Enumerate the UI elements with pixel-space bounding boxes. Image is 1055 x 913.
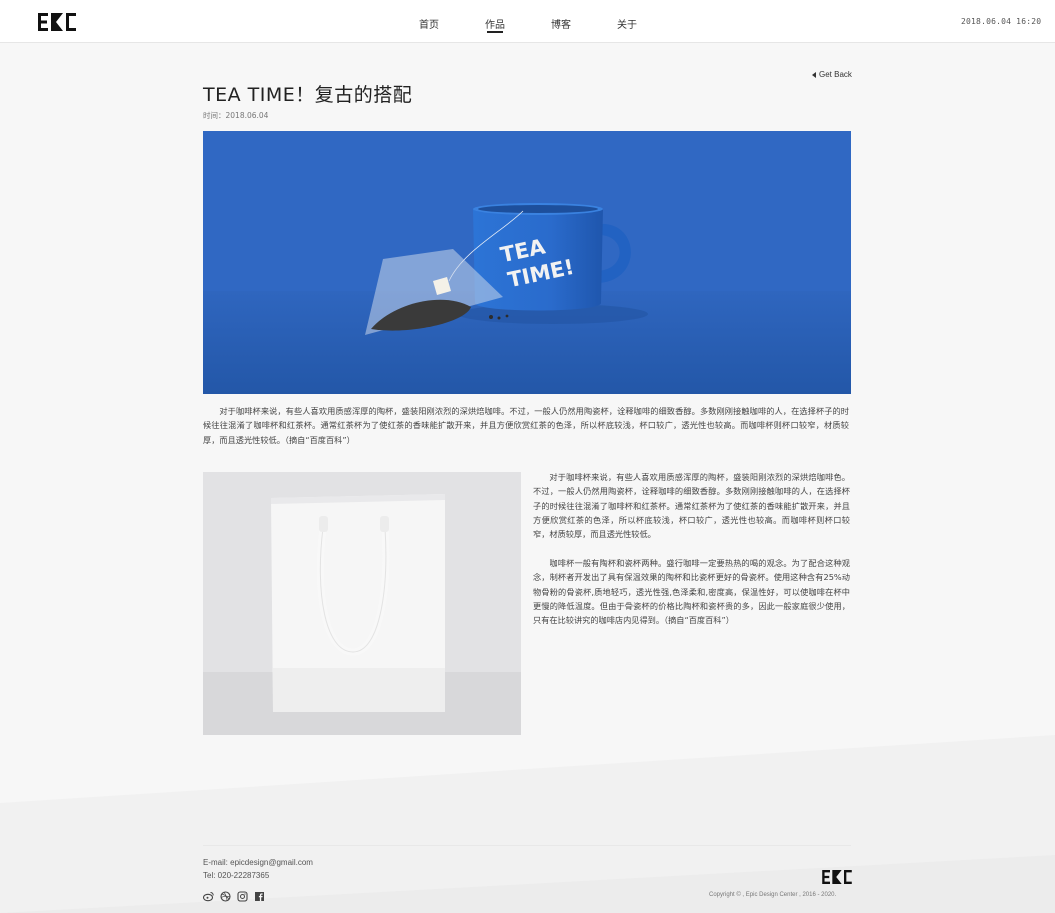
footer-logo: [822, 870, 852, 884]
dribbble-icon[interactable]: [220, 889, 231, 902]
tea-time-illustration: TEA TIME!: [203, 131, 851, 394]
article-paragraph-3: 咖啡杯一般有陶杯和瓷杯两种。盛行咖啡一定要热热的喝的观念。为了配合这种观念，制杯…: [533, 558, 850, 626]
footer-divider: [203, 845, 851, 846]
nav-about[interactable]: 关于: [617, 16, 637, 31]
article-title: TEA TIME！复古的搭配: [203, 84, 413, 106]
weibo-icon[interactable]: [202, 889, 214, 902]
paper-bag-illustration: [203, 472, 521, 735]
footer-background-shape: [0, 735, 1055, 913]
meta-date: 2018.06.04: [225, 111, 269, 120]
footer-email: E-mail: epicdesign@gmail.com: [203, 858, 313, 867]
nav-works[interactable]: 作品: [485, 16, 505, 33]
article-meta: 时间：2018.06.04: [203, 110, 268, 121]
paper-bag-image: [203, 472, 521, 735]
facebook-icon[interactable]: [254, 889, 265, 901]
instagram-icon[interactable]: [237, 889, 248, 902]
back-arrow-icon: [812, 71, 816, 78]
nav-blog[interactable]: 博客: [551, 16, 571, 31]
get-back-label: Get Back: [819, 70, 852, 79]
nav-home[interactable]: 首页: [419, 16, 439, 31]
meta-label: 时间：: [203, 111, 226, 120]
header-datetime: 2018.06.04 16:20: [961, 17, 1042, 26]
site-logo[interactable]: [38, 13, 76, 31]
article-paragraph-1: 对于咖啡杯来说，有些人喜欢用质感浑厚的陶杯，盛装阳刚浓烈的深烘焙咖啡。不过，一般…: [203, 406, 849, 445]
site-header: 首页 作品 博客 关于 2018.06.04 16:20: [0, 0, 1055, 43]
social-links: [202, 889, 265, 902]
footer-tel: Tel: 020-22287365: [203, 871, 270, 880]
get-back-link[interactable]: Get Back: [812, 70, 852, 79]
hero-image: TEA TIME!: [203, 131, 851, 394]
article-paragraph-2: 对于咖啡杯来说，有些人喜欢用质感浑厚的陶杯，盛装阳刚浓烈的深烘焙咖啡色。不过，一…: [533, 472, 850, 540]
footer-copyright: Copyright © , Epic Design Center , 2016 …: [709, 892, 837, 898]
